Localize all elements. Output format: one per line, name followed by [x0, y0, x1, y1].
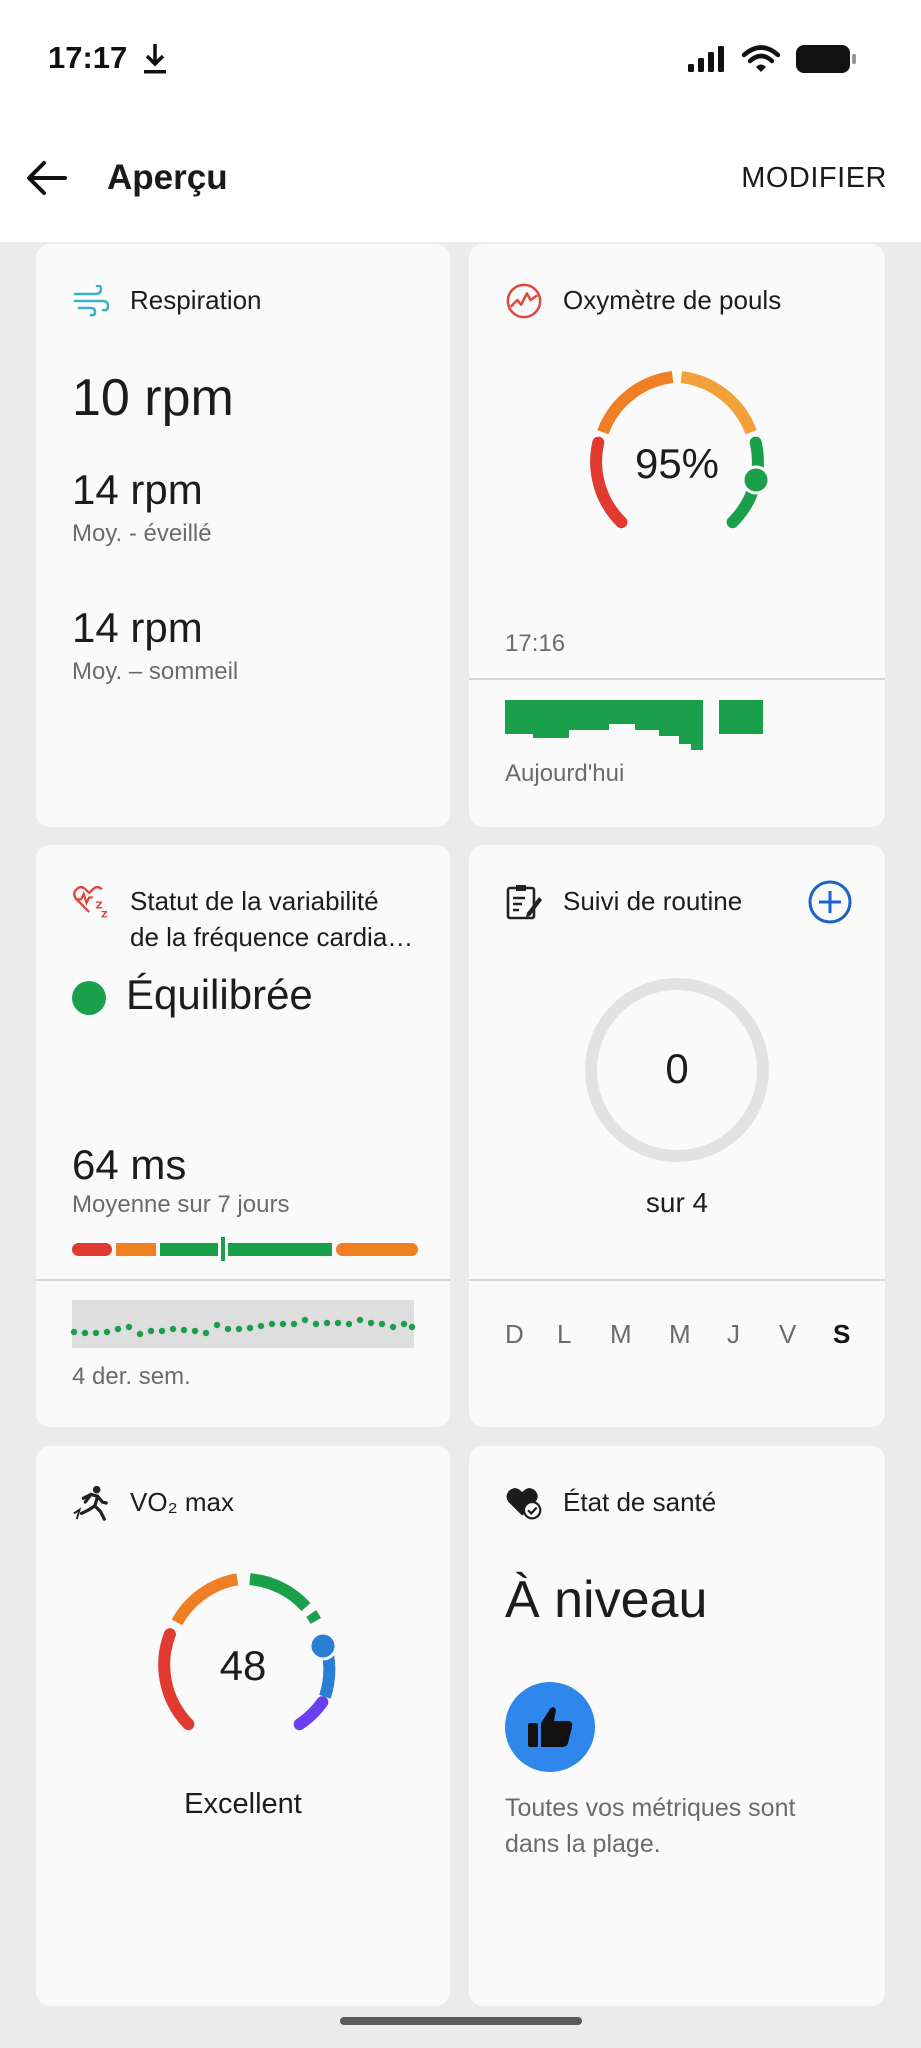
day-label: L	[557, 1319, 572, 1349]
health-status: À niveau	[505, 1571, 708, 1629]
hrv-title-line1: Statut de la variabilité	[130, 886, 379, 916]
battery-icon	[796, 45, 856, 73]
health-status-card[interactable]: État de santé À niveau Toutes vos métriq…	[469, 1446, 885, 2006]
thumbs-up-badge	[505, 1682, 595, 1772]
day-label: J	[727, 1319, 740, 1349]
routine-count: 0	[665, 1045, 689, 1092]
hrv-title-line2: de la fréquence cardia…	[130, 922, 414, 952]
runner-icon	[72, 1484, 110, 1522]
oximeter-day-label: Aujourd'hui	[505, 760, 625, 787]
respiration-sleep-label: Moy. – sommeil	[72, 658, 239, 685]
vo2-label: Excellent	[184, 1788, 302, 1820]
signal-icon	[688, 46, 724, 72]
hrv-value-label: Moyenne sur 7 jours	[72, 1191, 290, 1218]
hrv-trend-chart	[70, 1300, 416, 1348]
divider	[36, 1279, 450, 1281]
oximeter-title: Oxymètre de pouls	[563, 285, 782, 315]
routine-total: sur 4	[645, 1187, 709, 1218]
respiration-card[interactable]: Respiration 10 rpm 14 rpm Moy. - éveillé…	[36, 244, 450, 827]
divider	[469, 1279, 885, 1281]
respiration-sleep-value: 14 rpm	[72, 604, 203, 651]
day-label: V	[779, 1319, 797, 1349]
oximeter-value: 95%	[634, 440, 720, 487]
oximeter-time: 17:16	[505, 630, 566, 657]
vo2-title: VO₂ max	[130, 1487, 234, 1517]
hrv-range-label: 4 der. sem.	[72, 1363, 191, 1390]
arrow-left-icon	[27, 161, 67, 195]
health-title: État de santé	[563, 1487, 717, 1517]
wifi-icon	[741, 45, 781, 72]
status-indicators	[687, 44, 857, 74]
hrv-card[interactable]: ZZ Statut de la variabilité de la fréque…	[36, 845, 450, 1427]
wind-icon	[72, 282, 110, 320]
status-time: 17:17	[48, 40, 128, 75]
oximeter-history-bars	[505, 700, 763, 750]
back-button[interactable]	[22, 154, 70, 202]
hrv-status: Équilibrée	[126, 971, 313, 1018]
oximeter-icon	[505, 282, 543, 320]
respiration-title: Respiration	[130, 285, 262, 315]
routine-card[interactable]: Suivi de routine 0 sur 4 D L M M J V S	[469, 845, 885, 1427]
hrv-value: 64 ms	[72, 1141, 187, 1188]
heart-check-icon	[505, 1484, 543, 1522]
vo2-card[interactable]: VO₂ max 48 Excellent	[36, 1446, 450, 2006]
home-indicator[interactable]	[340, 2017, 582, 2025]
day-label: M	[610, 1319, 632, 1349]
respiration-current: 10 rpm	[72, 369, 234, 427]
day-label: D	[505, 1319, 524, 1349]
vo2-value: 48	[219, 1642, 267, 1689]
thumbs-up-icon	[528, 1707, 573, 1747]
heart-sleep-icon: ZZ	[72, 883, 110, 921]
svg-text:Z: Z	[101, 910, 108, 920]
page-title: Aperçu	[107, 158, 228, 197]
add-routine-button[interactable]	[807, 879, 853, 925]
oximeter-card[interactable]: Oxymètre de pouls 95% 17:16 Aujourd'hui	[469, 244, 885, 827]
plus-circle-icon	[808, 880, 852, 924]
routine-days: D L M M J V S	[505, 1319, 855, 1355]
hrv-range-bar	[72, 1237, 418, 1261]
respiration-awake-label: Moy. - éveillé	[72, 520, 212, 547]
health-description-line1: Toutes vos métriques sont	[505, 1794, 796, 1822]
divider	[469, 678, 885, 680]
respiration-awake-value: 14 rpm	[72, 466, 203, 513]
hrv-status-dot	[72, 981, 106, 1015]
status-bar: 17:17	[0, 0, 921, 120]
day-label: M	[669, 1319, 691, 1349]
day-label-today: S	[833, 1319, 851, 1349]
checklist-icon	[505, 883, 543, 921]
download-icon	[140, 40, 170, 81]
health-description-line2: dans la plage.	[505, 1830, 661, 1858]
app-bar: Aperçu MODIFIER	[0, 120, 921, 242]
edit-button[interactable]: MODIFIER	[741, 162, 887, 195]
routine-title: Suivi de routine	[563, 886, 743, 916]
